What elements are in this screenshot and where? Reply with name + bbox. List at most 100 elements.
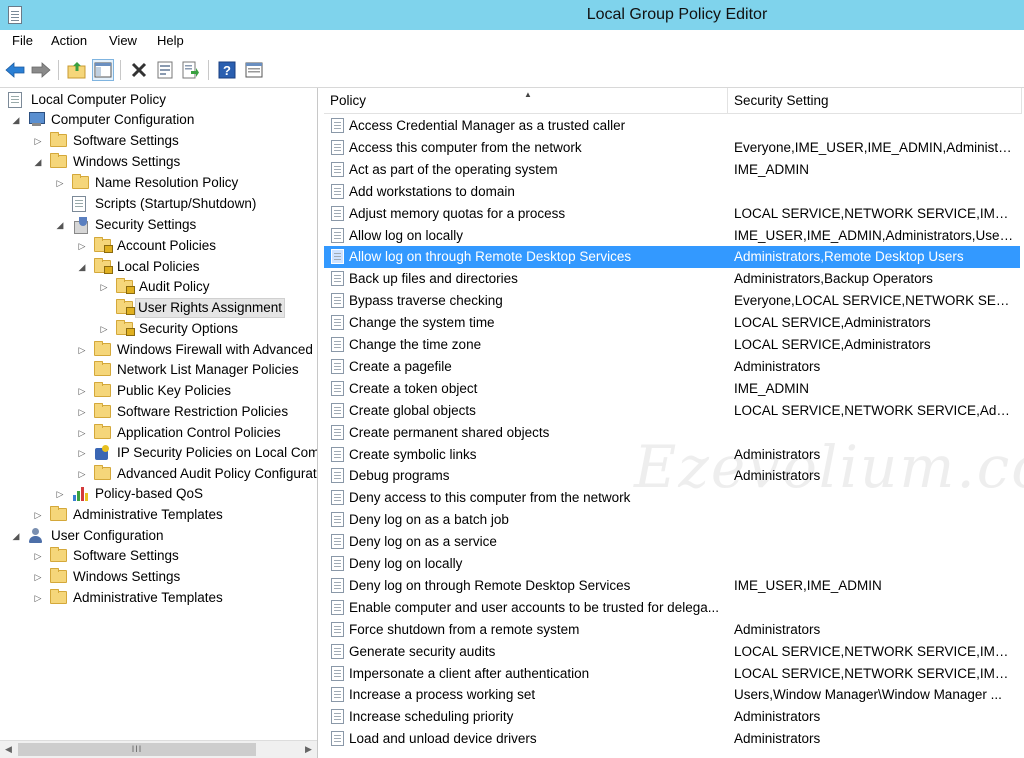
policy-row[interactable]: Access this computer from the network Eve… [324,137,1020,159]
title-bar[interactable]: Local Group Policy Editor [0,0,1024,30]
up-folder-icon[interactable] [66,59,88,81]
tree-item-user-administrative-templates[interactable]: ▷ Administrative Templates [0,588,317,608]
tree-item-computer-configuration[interactable]: ◢ Computer Configuration [0,110,317,130]
policy-row[interactable]: Create a token object IME_ADMIN [324,378,1020,400]
tree-item-windows-settings[interactable]: ◢ Windows Settings [0,152,317,172]
export-list-icon[interactable] [180,59,202,81]
policy-row[interactable]: Add workstations to domain [324,181,1020,203]
policy-name: Increase scheduling priority [349,709,514,725]
policy-row[interactable]: Force shutdown from a remote system Admin… [324,619,1020,641]
expanded-arrow-icon[interactable]: ◢ [11,526,21,546]
tree-item-user-rights-assignment[interactable]: User Rights Assignment [0,298,317,318]
show-hide-tree-icon[interactable] [92,59,114,81]
tree-item-user-configuration[interactable]: ◢ User Configuration [0,526,317,546]
column-header-security-setting[interactable]: Security Setting [728,88,1022,114]
policy-row[interactable]: Create permanent shared objects [324,422,1020,444]
tree-item-public-key-policies[interactable]: ▷ Public Key Policies [0,381,317,401]
policy-row[interactable]: Bypass traverse checking Everyone,LOCAL S… [324,290,1020,312]
policy-row[interactable]: Deny log on as a service [324,531,1020,553]
policy-row[interactable]: Act as part of the operating system IME_A… [324,159,1020,181]
policy-row[interactable]: Allow log on through Remote Desktop Serv… [324,246,1020,269]
tree-item-ip-security-policies[interactable]: ▷ IP Security Policies on Local Computer [0,443,317,463]
scrollbar-thumb[interactable]: III [18,743,256,756]
tree-item-network-list-manager[interactable]: Network List Manager Policies [0,360,317,380]
policy-row[interactable]: Debug programs Administrators [324,465,1020,487]
policy-row[interactable]: Create global objects LOCAL SERVICE,NETWO… [324,400,1020,422]
properties-icon[interactable] [154,59,176,81]
policy-row[interactable]: Generate security audits LOCAL SERVICE,NE… [324,641,1020,663]
policy-list[interactable]: Policy ▲ Security Setting Access Credent… [324,88,1024,758]
tree-item-name-resolution-policy[interactable]: ▷ Name Resolution Policy [0,173,317,193]
policy-row[interactable]: Increase a process working set Users,Wind… [324,684,1020,706]
scroll-left-icon[interactable]: ◀ [0,741,17,758]
policy-row[interactable]: Change the time zone LOCAL SERVICE,Admini… [324,334,1020,356]
tree-item-application-control[interactable]: ▷ Application Control Policies [0,423,317,443]
policy-row[interactable]: Load and unload device drivers Administra… [324,728,1020,750]
policy-row[interactable]: Deny log on through Remote Desktop Servi… [324,575,1020,597]
tree-item-windows-firewall[interactable]: ▷ Windows Firewall with Advanced Securit… [0,340,317,360]
policy-row[interactable]: Allow log on locally IME_USER,IME_ADMIN,A… [324,225,1020,247]
policy-row[interactable]: Deny access to this computer from the ne… [324,487,1020,509]
policy-name: Create a token object [349,380,478,396]
tree-item-security-options[interactable]: ▷ Security Options [0,319,317,339]
collapsed-arrow-icon[interactable]: ▷ [33,567,43,587]
menu-action[interactable]: Action [51,33,87,48]
column-header-policy[interactable]: Policy ▲ [324,88,728,114]
collapsed-arrow-icon[interactable]: ▷ [33,505,43,525]
collapsed-arrow-icon[interactable]: ▷ [99,319,109,339]
collapsed-arrow-icon[interactable]: ▷ [33,588,43,608]
forward-arrow-icon[interactable] [30,59,52,81]
tree-item-user-windows-settings[interactable]: ▷ Windows Settings [0,567,317,587]
tree-item-local-computer-policy[interactable]: Local Computer Policy [0,90,317,110]
tree-item-audit-policy[interactable]: ▷ Audit Policy [0,277,317,297]
tree-item-local-policies[interactable]: ◢ Local Policies [0,257,317,277]
tree-item-advanced-audit-policy[interactable]: ▷ Advanced Audit Policy Configuration [0,464,317,484]
policy-row[interactable]: Adjust memory quotas for a process LOCAL … [324,203,1020,225]
tree-item-scripts[interactable]: Scripts (Startup/Shutdown) [0,194,317,214]
expanded-arrow-icon[interactable]: ◢ [77,257,87,277]
collapsed-arrow-icon[interactable]: ▷ [77,423,87,443]
console-tree[interactable]: Local Computer Policy ◢ Computer Configu… [0,88,318,758]
expanded-arrow-icon[interactable]: ◢ [55,215,65,235]
menu-view[interactable]: View [109,33,137,48]
tree-item-policy-based-qos[interactable]: ▷ Policy-based QoS [0,484,317,504]
tree-horizontal-scrollbar[interactable]: ◀ III ▶ [0,740,317,758]
tree-item-security-settings[interactable]: ◢ Security Settings [0,215,317,235]
tree-item-software-settings[interactable]: ▷ Software Settings [0,131,317,151]
policy-row[interactable]: Access Credential Manager as a trusted c… [324,115,1020,137]
collapsed-arrow-icon[interactable]: ▷ [77,236,87,256]
tree-item-account-policies[interactable]: ▷ Account Policies [0,236,317,256]
tree-item-user-software-settings[interactable]: ▷ Software Settings [0,546,317,566]
policy-row[interactable]: Create a pagefile Administrators [324,356,1020,378]
tree-item-software-restriction[interactable]: ▷ Software Restriction Policies [0,402,317,422]
console-icon[interactable] [243,59,265,81]
collapsed-arrow-icon[interactable]: ▷ [77,381,87,401]
policy-row[interactable]: Deny log on as a batch job [324,509,1020,531]
scroll-right-icon[interactable]: ▶ [300,741,317,758]
collapsed-arrow-icon[interactable]: ▷ [77,464,87,484]
collapsed-arrow-icon[interactable]: ▷ [33,131,43,151]
policy-row[interactable]: Change the system time LOCAL SERVICE,Admi… [324,312,1020,334]
policy-row[interactable]: Create symbolic links Administrators [324,444,1020,466]
menu-file[interactable]: File [12,33,33,48]
policy-row[interactable]: Back up files and directories Administrat… [324,268,1020,290]
collapsed-arrow-icon[interactable]: ▷ [77,340,87,360]
collapsed-arrow-icon[interactable]: ▷ [99,277,109,297]
delete-icon[interactable] [128,59,150,81]
back-arrow-icon[interactable] [4,59,26,81]
policy-row[interactable]: Increase scheduling priority Administrato… [324,706,1020,728]
menu-help[interactable]: Help [157,33,184,48]
collapsed-arrow-icon[interactable]: ▷ [55,484,65,504]
collapsed-arrow-icon[interactable]: ▷ [77,402,87,422]
policy-row[interactable]: Deny log on locally [324,553,1020,575]
collapsed-arrow-icon[interactable]: ▷ [77,443,87,463]
expanded-arrow-icon[interactable]: ◢ [11,110,21,130]
tree-item-administrative-templates-computer[interactable]: ▷ Administrative Templates [0,505,317,525]
expanded-arrow-icon[interactable]: ◢ [33,152,43,172]
collapsed-arrow-icon[interactable]: ▷ [55,173,65,193]
policy-row[interactable]: Impersonate a client after authenticatio… [324,663,1020,685]
policy-row[interactable]: Enable computer and user accounts to be … [324,597,1020,619]
collapsed-arrow-icon[interactable]: ▷ [33,546,43,566]
policy-name: Increase a process working set [349,687,536,703]
help-icon[interactable]: ? [216,59,238,81]
